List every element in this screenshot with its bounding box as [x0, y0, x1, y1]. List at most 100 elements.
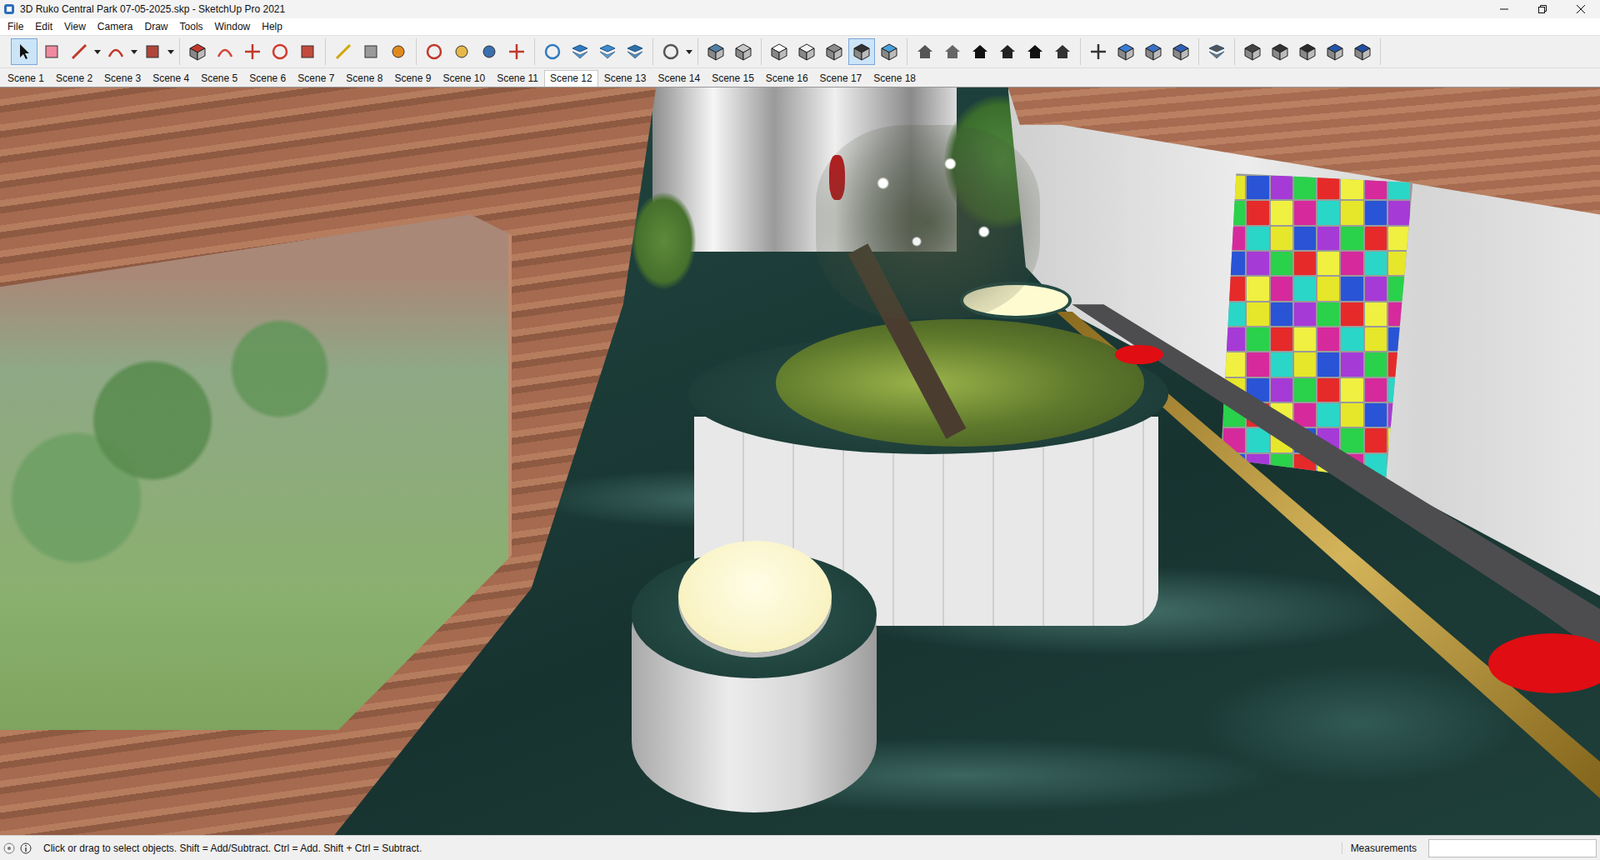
front-tool-icon [970, 41, 990, 62]
scene-tab[interactable]: Scene 5 [195, 70, 244, 87]
tool-button[interactable] [1321, 38, 1349, 65]
tool-dropdown[interactable] [685, 50, 694, 55]
tool-button[interactable] [848, 38, 875, 65]
tool-button[interactable] [357, 38, 385, 65]
menu-item[interactable]: View [58, 20, 92, 33]
tool-button[interactable] [539, 38, 566, 65]
menu-item[interactable]: Draw [139, 20, 175, 33]
phone-case [1294, 302, 1316, 326]
menu-item[interactable]: Camera [91, 20, 140, 33]
tool-button[interactable] [448, 38, 475, 65]
tool-button[interactable] [939, 38, 966, 65]
monochrome-tool-icon [879, 41, 900, 62]
scene-tab[interactable]: Scene 13 [598, 70, 653, 87]
tool-button[interactable] [1349, 38, 1376, 65]
scene-tab[interactable]: Scene 18 [867, 70, 922, 87]
scene-tab[interactable]: Scene 4 [146, 70, 195, 87]
tool-dropdown[interactable] [130, 50, 139, 55]
menu-item[interactable]: Window [209, 20, 257, 33]
tool-button[interactable] [1049, 38, 1076, 65]
scene-tab[interactable]: Scene 9 [388, 70, 437, 87]
tool-button[interactable] [1239, 38, 1266, 65]
top-tool-icon [942, 41, 963, 62]
phone-case [1365, 276, 1387, 300]
tool-button[interactable] [266, 38, 294, 65]
tool-button[interactable] [475, 38, 503, 65]
phone-case [1317, 352, 1340, 376]
tool-button[interactable] [994, 38, 1021, 65]
tool-button[interactable] [1167, 38, 1195, 65]
tool-button[interactable] [420, 38, 448, 65]
tool-button[interactable] [139, 38, 166, 65]
menu-item[interactable]: Help [255, 20, 289, 33]
tool-button[interactable] [657, 38, 685, 65]
minimize-button[interactable] [1485, 0, 1524, 19]
tool-button[interactable] [10, 38, 38, 65]
tool-button[interactable] [330, 38, 357, 65]
phone-case [1317, 200, 1340, 225]
tool-button[interactable] [875, 38, 903, 65]
scene-tab[interactable]: Scene 14 [651, 70, 706, 87]
tool-button[interactable] [1203, 38, 1230, 65]
tool-button[interactable] [239, 38, 266, 65]
tool-button[interactable] [1140, 38, 1167, 65]
tool-button[interactable] [65, 38, 93, 65]
tool-button[interactable] [1021, 38, 1049, 65]
scene-tab[interactable]: Scene 1 [1, 70, 50, 87]
tool-button[interactable] [1294, 38, 1321, 65]
window-controls [1485, 0, 1600, 19]
tool-button[interactable] [730, 38, 757, 65]
tool-button[interactable] [294, 38, 321, 65]
scene-tab[interactable]: Scene 6 [243, 70, 292, 87]
tape-tool-icon [333, 41, 354, 62]
tool-button[interactable] [765, 38, 793, 65]
tool-button[interactable] [38, 38, 65, 65]
scene-tab[interactable]: Scene 3 [98, 70, 147, 87]
zoom-tool-icon [479, 41, 500, 62]
scene-tab[interactable]: Scene 7 [291, 70, 340, 87]
tool-button[interactable] [1085, 38, 1112, 65]
phone-case [1340, 302, 1363, 326]
phone-case [1294, 276, 1316, 300]
model-viewport[interactable] [0, 86, 1600, 835]
info-icon[interactable] [20, 842, 32, 855]
menu-item[interactable]: File [1, 20, 30, 33]
tool-button[interactable] [566, 38, 594, 65]
tool-button[interactable] [385, 38, 412, 65]
menu-item[interactable]: Tools [174, 20, 210, 33]
scene-tab[interactable]: Scene 2 [50, 70, 99, 87]
scene-tab[interactable]: Scene 17 [814, 70, 869, 87]
tool-button[interactable] [503, 38, 530, 65]
phone-case [1246, 302, 1269, 326]
scene-tab[interactable]: Scene 11 [490, 70, 545, 87]
phone-case [1365, 200, 1387, 225]
scene-tab[interactable]: Scene 12 [544, 70, 599, 87]
tool-dropdown[interactable] [93, 50, 102, 55]
tool-button[interactable] [1266, 38, 1294, 65]
measurements-input[interactable] [1428, 839, 1597, 858]
tool-group [6, 38, 180, 65]
tool-button[interactable] [594, 38, 621, 65]
tool-button[interactable] [793, 38, 820, 65]
tool-dropdown[interactable] [166, 50, 175, 55]
tool-button[interactable] [911, 38, 939, 65]
phone-case [1340, 200, 1363, 225]
shaded-tool-icon [824, 41, 845, 62]
scene-tab[interactable]: Scene 10 [436, 70, 491, 87]
scene-tab[interactable]: Scene 16 [760, 70, 815, 87]
close-button[interactable] [1561, 0, 1600, 19]
tool-button[interactable] [966, 38, 994, 65]
right-tool-icon [997, 41, 1018, 62]
tool-button[interactable] [102, 38, 130, 65]
tool-button[interactable] [820, 38, 848, 65]
scene-tab[interactable]: Scene 15 [705, 70, 760, 87]
tool-button[interactable] [702, 38, 730, 65]
profile-tool-icon [660, 41, 681, 62]
tool-button[interactable] [211, 38, 239, 65]
scene-tab[interactable]: Scene 8 [340, 70, 389, 87]
restore-button[interactable] [1523, 0, 1562, 19]
tool-button[interactable] [621, 38, 649, 65]
menu-item[interactable]: Edit [29, 20, 59, 33]
tool-button[interactable] [1112, 38, 1140, 65]
tool-button[interactable] [184, 38, 211, 65]
